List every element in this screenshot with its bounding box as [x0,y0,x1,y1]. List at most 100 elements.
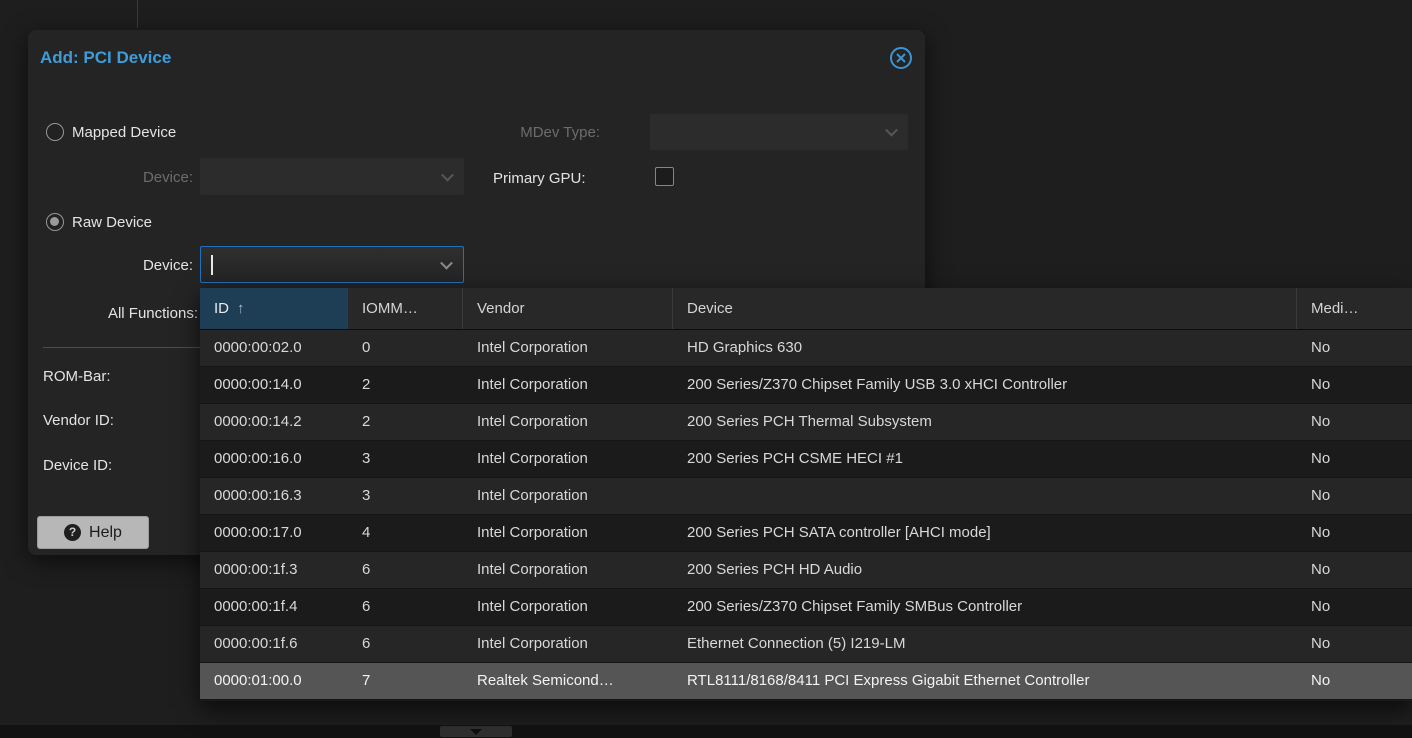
chevron-down-icon [441,168,454,181]
all-functions-label: All Functions: [68,305,198,322]
dialog-title: Add: PCI Device [40,48,171,68]
cell-vendor: Intel Corporation [463,626,673,662]
radio-checked-icon[interactable] [46,213,64,231]
cell-device [673,478,1297,514]
cell-id: 0000:00:1f.3 [200,552,348,588]
rom-bar-label: ROM-Bar: [43,368,111,385]
table-row[interactable]: 0000:00:1f.66Intel CorporationEthernet C… [200,626,1412,663]
table-row[interactable]: 0000:00:14.02Intel Corporation200 Series… [200,367,1412,404]
cell-mdev: No [1297,441,1412,477]
cell-mdev: No [1297,404,1412,440]
cell-iommu: 0 [348,330,463,366]
cell-id: 0000:00:1f.6 [200,626,348,662]
cell-id: 0000:00:14.2 [200,404,348,440]
device-grid-header: ID ↑ IOMM… Vendor Device Medi… [200,288,1412,330]
mdev-type-label: MDev Type: [493,124,600,141]
help-button[interactable]: ? Help [37,516,149,549]
primary-gpu-checkbox[interactable] [655,167,674,186]
cell-vendor: Intel Corporation [463,404,673,440]
table-row[interactable]: 0000:00:1f.36Intel Corporation200 Series… [200,552,1412,589]
cell-vendor: Intel Corporation [463,589,673,625]
raw-device-radio-label: Raw Device [72,214,152,231]
text-cursor [211,255,213,275]
cell-mdev: No [1297,626,1412,662]
column-header-id-label: ID [214,300,229,317]
cell-vendor: Intel Corporation [463,330,673,366]
cell-id: 0000:00:14.0 [200,367,348,403]
cell-id: 0000:00:16.3 [200,478,348,514]
cell-id: 0000:00:02.0 [200,330,348,366]
cell-mdev: No [1297,330,1412,366]
column-header-id[interactable]: ID ↑ [200,288,348,329]
vendor-id-label: Vendor ID: [43,412,114,429]
raw-device-combo-input[interactable] [200,246,464,283]
cell-mdev: No [1297,515,1412,551]
cell-vendor: Realtek Semicond… [463,663,673,699]
cell-iommu: 6 [348,626,463,662]
cell-mdev: No [1297,552,1412,588]
cell-iommu: 3 [348,478,463,514]
fieldset-divider [43,347,201,348]
cell-iommu: 6 [348,552,463,588]
cell-device: 200 Series PCH CSME HECI #1 [673,441,1297,477]
bottom-splitter-bar[interactable] [0,725,1412,738]
cell-vendor: Intel Corporation [463,441,673,477]
mapped-device-field-label: Device: [108,169,193,186]
cell-vendor: Intel Corporation [463,515,673,551]
cell-id: 0000:00:17.0 [200,515,348,551]
table-row[interactable]: 0000:01:00.07Realtek Semicond…RTL8111/81… [200,663,1412,700]
column-header-iommu[interactable]: IOMM… [348,288,463,329]
cell-mdev: No [1297,589,1412,625]
cell-device: 200 Series PCH HD Audio [673,552,1297,588]
table-row[interactable]: 0000:00:17.04Intel Corporation200 Series… [200,515,1412,552]
cell-device: 200 Series/Z370 Chipset Family SMBus Con… [673,589,1297,625]
cell-device: 200 Series/Z370 Chipset Family USB 3.0 x… [673,367,1297,403]
cell-mdev: No [1297,367,1412,403]
column-header-vendor[interactable]: Vendor [463,288,673,329]
cell-vendor: Intel Corporation [463,367,673,403]
cell-device: 200 Series PCH SATA controller [AHCI mod… [673,515,1297,551]
chevron-down-icon[interactable] [440,256,453,269]
close-icon[interactable] [889,46,913,70]
cell-mdev: No [1297,663,1412,699]
cell-device: 200 Series PCH Thermal Subsystem [673,404,1297,440]
device-picker-dropdown: ID ↑ IOMM… Vendor Device Medi… 0000:00:02… [200,288,1412,701]
cell-iommu: 6 [348,589,463,625]
background-panel-divider [137,0,138,28]
cell-device: Ethernet Connection (5) I219-LM [673,626,1297,662]
cell-vendor: Intel Corporation [463,552,673,588]
table-row[interactable]: 0000:00:1f.46Intel Corporation200 Series… [200,589,1412,626]
sort-asc-icon: ↑ [237,300,245,317]
raw-device-field-label: Device: [108,257,193,274]
cell-id: 0000:01:00.0 [200,663,348,699]
cell-mdev: No [1297,478,1412,514]
cell-vendor: Intel Corporation [463,478,673,514]
table-row[interactable]: 0000:00:02.00Intel CorporationHD Graphic… [200,330,1412,367]
radio-unchecked-icon[interactable] [46,123,64,141]
device-grid-body: 0000:00:02.00Intel CorporationHD Graphic… [200,330,1412,700]
table-row[interactable]: 0000:00:14.22Intel Corporation200 Series… [200,404,1412,441]
cell-id: 0000:00:1f.4 [200,589,348,625]
table-row[interactable]: 0000:00:16.03Intel Corporation200 Series… [200,441,1412,478]
help-button-label: Help [89,524,122,542]
column-header-mediated[interactable]: Medi… [1297,288,1412,329]
table-row[interactable]: 0000:00:16.33Intel Corporation No [200,478,1412,515]
cell-device: HD Graphics 630 [673,330,1297,366]
help-icon: ? [64,524,81,541]
mapped-device-radio-label: Mapped Device [72,124,176,141]
column-header-device[interactable]: Device [673,288,1297,329]
device-id-label: Device ID: [43,457,112,474]
splitter-collapse-handle[interactable] [440,726,512,737]
chevron-down-icon [885,124,898,137]
primary-gpu-label: Primary GPU: [493,170,586,187]
chevron-down-icon [470,729,482,735]
mdev-type-combo [650,114,908,150]
cell-iommu: 7 [348,663,463,699]
mapped-device-combo [200,158,464,195]
cell-iommu: 2 [348,404,463,440]
cell-id: 0000:00:16.0 [200,441,348,477]
cell-iommu: 4 [348,515,463,551]
cell-iommu: 3 [348,441,463,477]
cell-iommu: 2 [348,367,463,403]
cell-device: RTL8111/8168/8411 PCI Express Gigabit Et… [673,663,1297,699]
